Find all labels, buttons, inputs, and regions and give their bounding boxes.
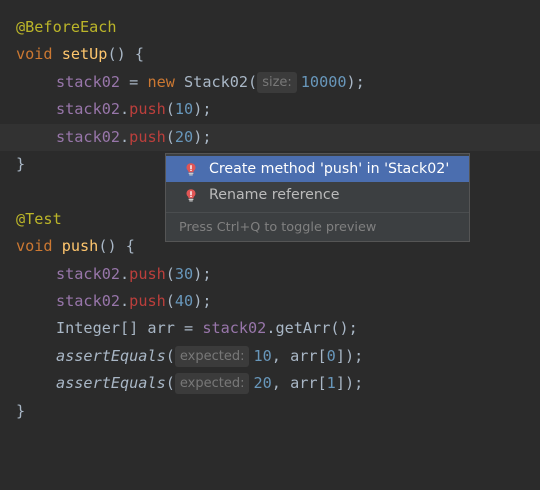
unresolved-method[interactable]: push <box>129 128 166 146</box>
code-line[interactable]: stack02.push(10); <box>0 96 540 123</box>
number-literal: 1 <box>326 374 336 393</box>
param-hint: size: <box>257 71 297 93</box>
code-line[interactable]: assertEquals(expected: 10, arr[0]); <box>0 343 540 370</box>
code-text: ); <box>346 72 365 91</box>
popup-divider <box>166 212 469 213</box>
popup-footer-hint: Press Ctrl+Q to toggle preview <box>179 220 377 235</box>
code-text: = <box>120 72 148 91</box>
number-literal: 10000 <box>300 72 347 91</box>
keyword: void <box>16 45 53 64</box>
code-editor[interactable]: @BeforeEach void setUp() { stack02 = new… <box>0 0 540 490</box>
error-bulb-icon <box>186 163 196 176</box>
param-hint: expected: <box>174 373 250 395</box>
code-text: ]); <box>335 374 364 393</box>
code-text: stack02.push(10); <box>56 96 212 123</box>
code-text: stack02.push(20); <box>56 124 212 151</box>
param-hint: expected: <box>174 345 250 367</box>
code-text: () { <box>98 237 135 256</box>
action-label: Rename reference <box>209 187 340 203</box>
number-literal: 20 <box>253 374 272 393</box>
code-text: , arr[ <box>271 346 327 365</box>
closing-brace: } <box>16 155 26 173</box>
code-text: ( <box>165 292 175 310</box>
unresolved-method[interactable]: push <box>129 292 166 310</box>
code-text: . <box>120 292 130 310</box>
code-text: ); <box>193 264 212 283</box>
code-text: . <box>120 127 130 146</box>
number-literal: 30 <box>174 264 194 283</box>
code-text: . <box>120 100 130 119</box>
code-text: , arr[ <box>271 374 327 393</box>
code-text: . <box>120 264 130 283</box>
code-text: ( <box>165 374 175 393</box>
code-text: ); <box>193 292 212 310</box>
code-line[interactable]: assertEquals(expected: 20, arr[1]); <box>0 370 540 397</box>
number-literal: 20 <box>174 127 194 146</box>
number-literal: 10 <box>253 346 272 365</box>
keyword: new <box>147 72 175 91</box>
code-line[interactable]: Integer[] arr = stack02.getArr(); <box>0 315 540 342</box>
code-text: ); <box>193 127 212 146</box>
intention-actions-popup: Create method 'push' in 'Stack02' Rename… <box>165 153 470 242</box>
unresolved-method[interactable]: push <box>129 100 166 118</box>
current-code-line[interactable]: stack02.push(20); <box>0 123 540 151</box>
code-text: ( <box>165 127 175 146</box>
code-line[interactable]: @BeforeEach <box>0 14 540 41</box>
static-method-call: assertEquals <box>56 346 166 365</box>
code-text: stack02.push(40); <box>56 288 212 315</box>
caret-marker <box>0 130 3 145</box>
field-ref: stack02 <box>56 127 121 146</box>
method-name: setUp <box>61 45 108 64</box>
code-text: stack02 = new Stack02(size: 10000); <box>56 69 365 96</box>
rename-reference-action[interactable]: Rename reference <box>166 182 469 208</box>
field-ref: stack02 <box>56 100 121 119</box>
annotation: @Test <box>16 209 62 228</box>
code-text: Integer[] arr = <box>56 319 203 338</box>
code-line[interactable]: stack02.push(30); <box>0 261 540 288</box>
keyword: void <box>16 237 53 256</box>
code-text: ( <box>165 346 175 365</box>
static-method-call: assertEquals <box>56 374 166 393</box>
code-text: stack02.push(30); <box>56 261 212 288</box>
number-literal: 10 <box>174 100 194 119</box>
field-ref: stack02 <box>202 319 267 338</box>
code-text: assertEquals(expected: 20, arr[1]); <box>56 370 363 397</box>
code-text: () { <box>107 45 145 64</box>
action-label: Create method 'push' in 'Stack02' <box>209 161 450 177</box>
annotation: @BeforeEach <box>16 18 117 36</box>
code-text: ( <box>165 100 175 119</box>
code-text: ); <box>193 100 212 119</box>
code-text: ]); <box>335 346 364 365</box>
error-bulb-icon <box>186 189 196 202</box>
number-literal: 0 <box>326 346 336 365</box>
unresolved-method[interactable]: push <box>129 265 166 283</box>
code-text: void setUp() { <box>16 41 144 68</box>
field-ref: stack02 <box>56 264 121 283</box>
code-line[interactable]: void setUp() { <box>0 41 540 68</box>
code-line[interactable]: stack02 = new Stack02(size: 10000); <box>0 69 540 96</box>
method-name: push <box>61 237 99 256</box>
code-text: assertEquals(expected: 10, arr[0]); <box>56 343 363 370</box>
field-ref: stack02 <box>56 292 121 310</box>
code-text: .getArr(); <box>266 319 358 338</box>
code-text: Integer[] arr = stack02.getArr(); <box>56 315 358 342</box>
code-line[interactable]: } <box>0 398 540 425</box>
code-text: Stack02( <box>174 72 258 91</box>
code-text: void push() { <box>16 233 135 260</box>
number-literal: 40 <box>174 292 194 310</box>
create-method-action[interactable]: Create method 'push' in 'Stack02' <box>166 156 469 182</box>
code-line[interactable]: stack02.push(40); <box>0 288 540 315</box>
code-text: ( <box>165 264 175 283</box>
closing-brace: } <box>16 401 26 420</box>
field-ref: stack02 <box>56 72 121 91</box>
